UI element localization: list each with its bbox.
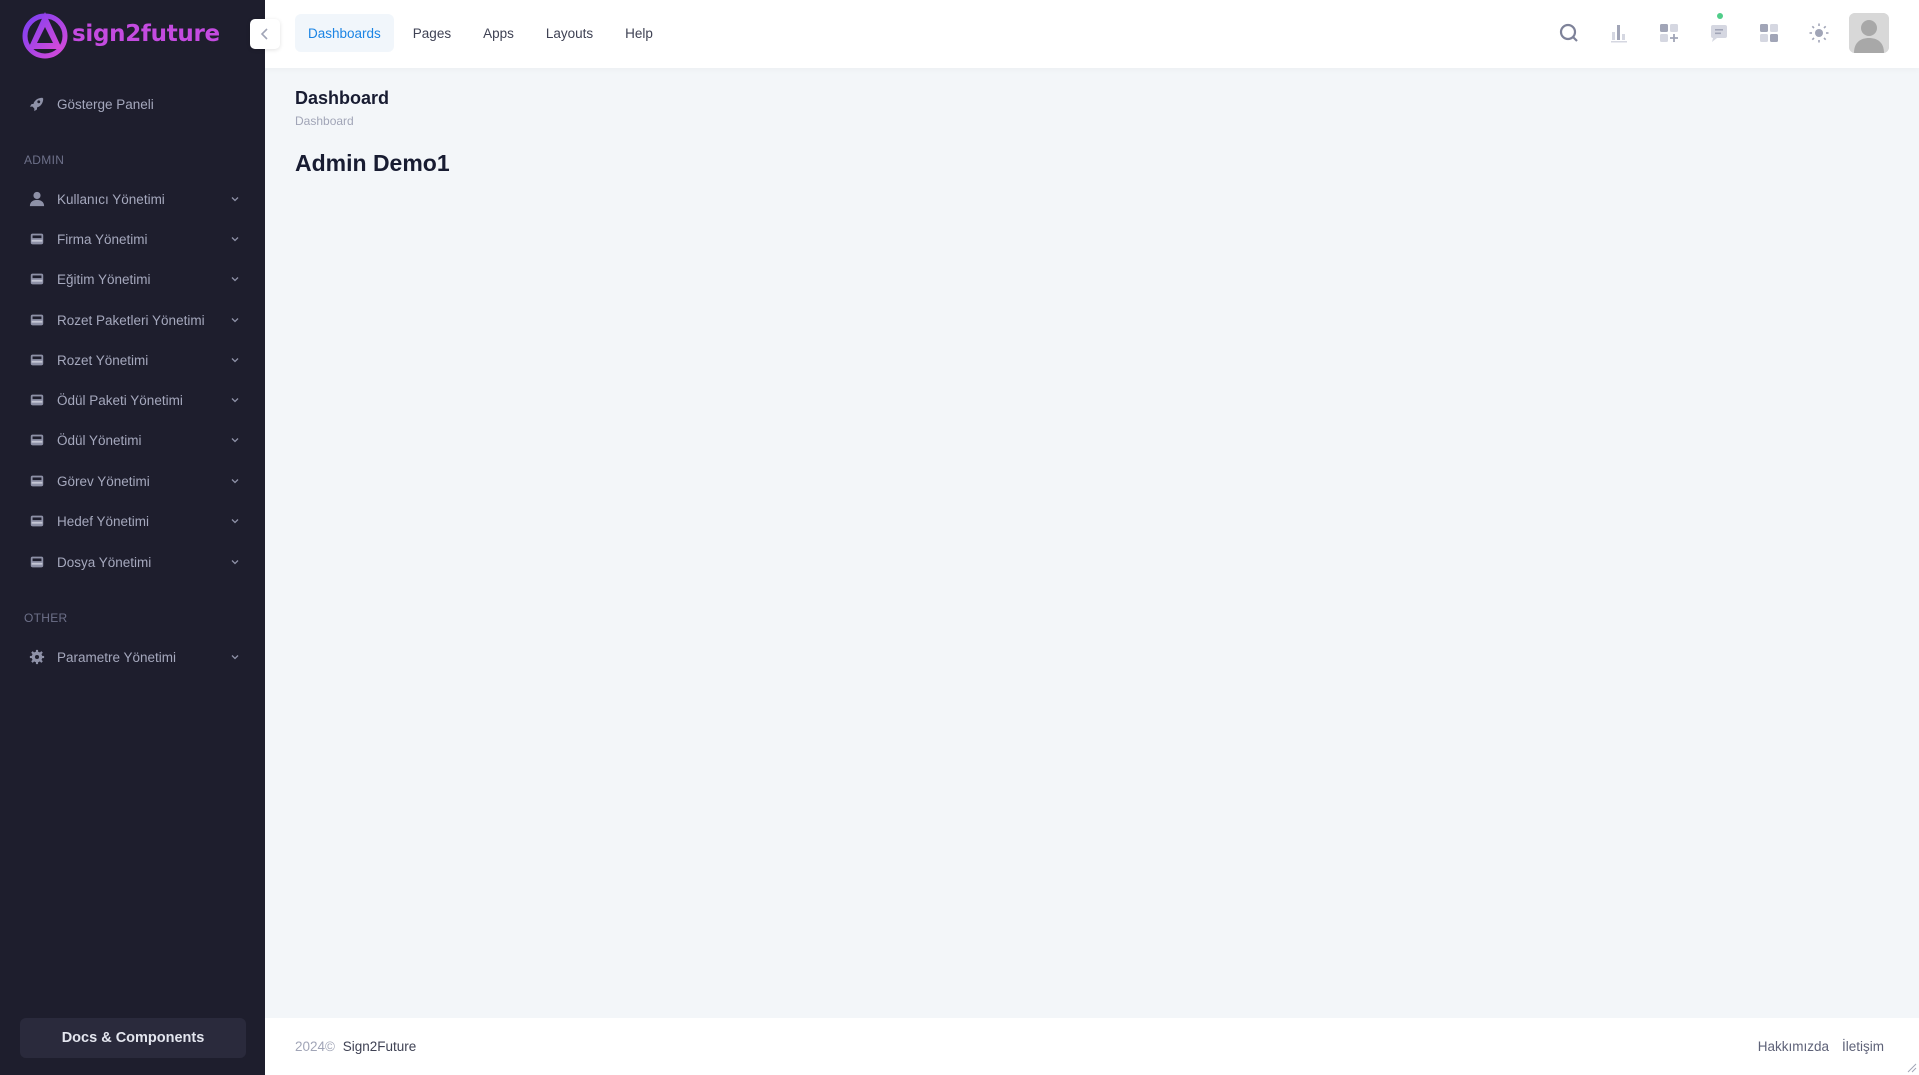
chevron-down-icon (231, 277, 239, 282)
apps-add-icon (1660, 24, 1678, 42)
footer-link-about[interactable]: Hakkımızda (1758, 1039, 1829, 1054)
top-menu: Dashboards Pages Apps Layouts Help (295, 14, 672, 52)
sidebar-item-users[interactable]: Kullanıcı Yönetimi (28, 186, 246, 212)
chevron-down-icon (231, 655, 239, 660)
gear-icon (28, 648, 46, 666)
menu-item-layouts[interactable]: Layouts (533, 14, 606, 52)
folder-icon (28, 512, 46, 530)
page-title: Dashboard (295, 88, 390, 108)
folder-icon (28, 391, 46, 409)
sun-icon (1809, 23, 1829, 43)
footer-links: Hakkımızda İletişim (1745, 1039, 1884, 1054)
chevron-down-icon (231, 519, 239, 524)
content-heading: Admin Demo1 (295, 150, 450, 176)
header-toolbar (1539, 13, 1889, 53)
sidebar-item-label: Rozet Paketleri Yönetimi (57, 312, 205, 328)
user-icon (28, 190, 46, 208)
chevron-down-icon (231, 560, 239, 565)
chevron-down-icon (231, 237, 239, 242)
chevron-down-icon (231, 438, 239, 443)
sidebar-item-label: Gösterge Paneli (57, 96, 154, 112)
sidebar-item-label: Ödül Paketi Yönetimi (57, 392, 183, 408)
chevron-down-icon (231, 318, 239, 323)
menu-item-help[interactable]: Help (612, 14, 666, 52)
chat-button[interactable] (1699, 13, 1739, 53)
sidebar-item-dosya[interactable]: Dosya Yönetimi (28, 549, 246, 575)
sidebar-item-label: Hedef Yönetimi (57, 513, 150, 529)
sidebar-item-odul[interactable]: Ödül Yönetimi (28, 427, 246, 453)
rocket-icon (28, 95, 46, 113)
notification-dot (1717, 13, 1723, 19)
sidebar-item-odul-paketi[interactable]: Ödül Paketi Yönetimi (28, 387, 246, 413)
sidebar: sign2future Gösterge Paneli ADMIN Kullan… (0, 0, 265, 1075)
sidebar-item-hedef[interactable]: Hedef Yönetimi (28, 508, 246, 534)
folder-icon (28, 553, 46, 571)
menu-item-pages[interactable]: Pages (400, 14, 464, 52)
menu-item-apps[interactable]: Apps (470, 14, 527, 52)
footer-link-contact[interactable]: İletişim (1842, 1039, 1884, 1054)
theme-mode-button[interactable] (1799, 13, 1839, 53)
footer-copyright: 2024© Sign2Future (295, 1039, 416, 1054)
user-avatar-icon (1849, 13, 1889, 53)
top-header: Dashboards Pages Apps Layouts Help (265, 0, 1919, 68)
sidebar-item-label: Kullanıcı Yönetimi (57, 191, 165, 207)
breadcrumb[interactable]: Dashboard (295, 114, 354, 128)
section-title-other: OTHER (24, 611, 68, 625)
apps-button[interactable] (1749, 13, 1789, 53)
grid-icon (1760, 24, 1778, 42)
sidebar-item-label: Firma Yönetimi (57, 231, 148, 247)
footer-year: 2024© (295, 1039, 335, 1054)
docs-components-button[interactable]: Docs & Components (20, 1018, 246, 1058)
logo[interactable]: sign2future (20, 8, 220, 60)
chevron-down-icon (231, 398, 239, 403)
sidebar-item-dashboard[interactable]: Gösterge Paneli (28, 91, 246, 117)
resize-handle-icon (1907, 1063, 1917, 1073)
folder-icon (28, 230, 46, 248)
chevron-down-icon (231, 479, 239, 484)
chart-bar-icon (1611, 25, 1627, 43)
sidebar-item-label: Görev Yönetimi (57, 473, 150, 489)
search-button[interactable] (1549, 13, 1589, 53)
sidebar-item-rozet[interactable]: Rozet Yönetimi (28, 347, 246, 373)
activities-button[interactable] (1599, 13, 1639, 53)
folder-icon (28, 351, 46, 369)
sidebar-item-label: Dosya Yönetimi (57, 554, 152, 570)
footer: 2024© Sign2Future Hakkımızda İletişim (265, 1018, 1919, 1075)
sidebar-item-label: Eğitim Yönetimi (57, 271, 151, 287)
folder-icon (28, 311, 46, 329)
sidebar-item-egitim[interactable]: Eğitim Yönetimi (28, 266, 246, 292)
quick-links-button[interactable] (1649, 13, 1689, 53)
sidebar-item-label: Ödül Yönetimi (57, 432, 142, 448)
logo-icon (22, 12, 68, 59)
menu-item-dashboards[interactable]: Dashboards (295, 14, 394, 52)
folder-icon (28, 270, 46, 288)
sidebar-item-firma[interactable]: Firma Yönetimi (28, 226, 246, 252)
folder-icon (28, 431, 46, 449)
sidebar-toggle-button[interactable] (250, 19, 280, 49)
sidebar-item-label: Parametre Yönetimi (57, 649, 177, 665)
avatar[interactable] (1849, 13, 1889, 53)
chevron-down-icon (231, 358, 239, 363)
search-icon (1559, 23, 1578, 42)
chevron-left-icon (260, 28, 268, 40)
sidebar-item-gorev[interactable]: Görev Yönetimi (28, 468, 246, 494)
logo-text: sign2future (72, 21, 220, 47)
section-title-admin: ADMIN (24, 153, 65, 167)
folder-icon (28, 472, 46, 490)
footer-brand-link[interactable]: Sign2Future (343, 1039, 417, 1054)
chat-icon (1711, 25, 1727, 42)
sidebar-item-parametre[interactable]: Parametre Yönetimi (28, 644, 246, 670)
sidebar-item-label: Rozet Yönetimi (57, 352, 149, 368)
sidebar-item-rozet-paketleri[interactable]: Rozet Paketleri Yönetimi (28, 307, 246, 333)
chevron-down-icon (231, 197, 239, 202)
